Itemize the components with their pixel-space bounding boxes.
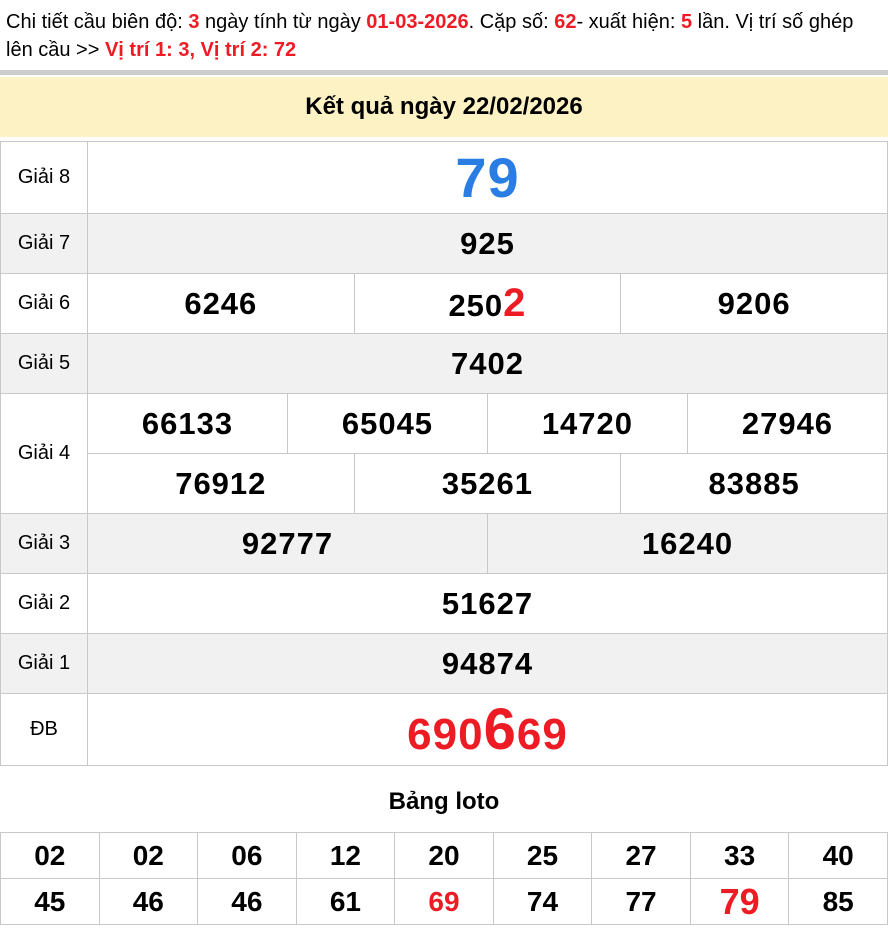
- prize-number-cell: 51627: [87, 573, 888, 634]
- prize-number-cell: 83885: [620, 453, 888, 514]
- note-segment: - xuất hiện:: [576, 11, 681, 33]
- prize-label: Giải 4: [0, 393, 88, 514]
- loto-number-cell: 02: [0, 832, 100, 879]
- lottery-results-page: Chi tiết cầu biên độ: 3 ngày tính từ ngà…: [0, 0, 888, 925]
- prize-number-segment: 79: [455, 146, 520, 209]
- prize-number-segment: 690: [407, 710, 484, 759]
- prize-label: Giải 3: [0, 513, 88, 574]
- note-segment: ngày tính từ ngày: [199, 11, 367, 33]
- results-row: Giải 8 79: [0, 141, 888, 214]
- prize-number-cell: 92777: [87, 513, 488, 574]
- prize-number-segment: 92777: [241, 525, 334, 561]
- prize-label: Giải 5: [0, 333, 88, 394]
- results-table-body: Giải 8 79 Giải 7 925 Giải 6 6246 2502 9206 Giải …: [0, 141, 888, 766]
- results-row: 76912 35261 83885: [1, 453, 888, 514]
- prize-label: Giải 8: [0, 141, 88, 214]
- prize-number-segment: 27946: [741, 405, 834, 441]
- loto-number-cell: 77: [591, 878, 691, 925]
- loto-number-cell: 74: [492, 878, 593, 925]
- loto-number-cell: 12: [295, 832, 396, 879]
- result-date-banner: Kết quả ngày 22/02/2026: [0, 77, 888, 137]
- prize-number-cell: 35261: [353, 453, 622, 514]
- prize-number-segment: 16240: [641, 525, 734, 561]
- loto-number-cell: 85: [788, 878, 888, 925]
- results-row: Giải 6 6246 2502 9206: [0, 273, 888, 334]
- prize-number-segment: 6246: [184, 285, 258, 321]
- prize-label: Giải 2: [0, 573, 88, 634]
- note-segment: 3: [188, 11, 200, 33]
- prize-number-cell: 14720: [486, 393, 688, 454]
- prize-number-cell: 76912: [87, 453, 355, 514]
- bridge-detail-note: Chi tiết cầu biên độ: 3 ngày tính từ ngà…: [0, 0, 888, 64]
- loto-number-cell: 06: [197, 832, 297, 879]
- prize-number-cell: 7402: [87, 333, 888, 394]
- results-row: Giải 1 94874: [0, 633, 888, 694]
- prize-label: Giải 6: [0, 273, 88, 334]
- results-row: Giải 2 51627: [0, 573, 888, 634]
- prize-number-segment: 66133: [141, 405, 234, 441]
- prize-number-cell: 16240: [486, 513, 888, 574]
- prize-number-cell: 27946: [686, 393, 888, 454]
- section-divider: [0, 70, 888, 75]
- prize-number-segment: 9206: [717, 285, 791, 321]
- note-segment: 62: [554, 11, 577, 33]
- prize-number-cell: 690669: [87, 693, 888, 766]
- prize-label: ĐB: [0, 693, 88, 766]
- prize-number-segment: 69: [516, 710, 568, 759]
- prize-number-cell: 925: [87, 213, 888, 274]
- prize-number-cell: 79: [87, 141, 888, 214]
- note-segment: 5: [680, 11, 693, 33]
- loto-table-title: Bảng loto: [388, 788, 500, 815]
- prize-number-segment: 14720: [541, 405, 634, 441]
- loto-number-cell: 69: [394, 878, 494, 925]
- prize-number-segment: 925: [460, 225, 515, 261]
- prize-number-segment: 6: [483, 697, 517, 762]
- results-row: Giải 7 925: [0, 213, 888, 274]
- loto-number-cell: 40: [788, 832, 888, 879]
- loto-row: 45 46 46 61 69 74 77 79 85: [0, 878, 888, 925]
- prize-number-cell: 6246: [87, 273, 355, 334]
- prize-number-segment: 83885: [708, 465, 800, 501]
- result-date-title: Kết quả ngày 22/02/2026: [305, 93, 583, 120]
- note-segment: 01-03-2026: [366, 11, 469, 33]
- loto-number-cell: 46: [197, 878, 297, 925]
- note-segment: Vị trí 1: 3, Vị trí 2: 72: [104, 39, 297, 61]
- prize-number-cell: 65045: [286, 393, 488, 454]
- results-table: Giải 8 79 Giải 7 925 Giải 6 6246 2502 9206 Giải …: [0, 141, 888, 766]
- note-segment: . Cặp số:: [468, 11, 555, 33]
- loto-table-body: 02 02 06 12 20 25 27 33 40 45 46 46 61 69 74 77 79 85: [0, 832, 888, 925]
- loto-number-cell: 46: [98, 878, 199, 925]
- results-row: Giải 4 66133 65045 14720 27946: [0, 393, 888, 514]
- results-row: Giải 3 92777 16240: [0, 513, 888, 574]
- loto-number-cell: 20: [394, 832, 494, 879]
- prize-number-segment: 250: [448, 288, 504, 323]
- prize-number-cell: 2502: [353, 273, 622, 334]
- prize-number-cell: 94874: [87, 633, 888, 694]
- loto-number-cell: 02: [98, 832, 199, 879]
- results-row: Giải 5 7402: [0, 333, 888, 394]
- prize-number-segment: 7402: [451, 345, 524, 381]
- prize-number-segment: 51627: [441, 585, 534, 621]
- loto-row: 02 02 06 12 20 25 27 33 40: [0, 832, 888, 879]
- prize-label: Giải 1: [0, 633, 88, 694]
- results-row: ĐB 690669: [0, 693, 888, 766]
- prize-number-cell: 66133: [87, 393, 288, 454]
- loto-number-cell: 33: [689, 832, 790, 879]
- prize-number-cell: 9206: [620, 273, 888, 334]
- prize-number-segment: 76912: [175, 465, 267, 501]
- prize-number-segment: 2: [503, 281, 527, 325]
- prize-number-segment: 94874: [441, 645, 534, 681]
- loto-table: 02 02 06 12 20 25 27 33 40 45 46 46 61 69 74 77 79 85: [0, 832, 888, 925]
- loto-number-cell: 25: [492, 832, 593, 879]
- loto-number-cell: 79: [689, 878, 790, 925]
- prize-label: Giải 7: [0, 213, 88, 274]
- note-segment: Chi tiết cầu biên độ:: [6, 11, 189, 33]
- loto-number-cell: 61: [295, 878, 396, 925]
- loto-number-cell: 45: [0, 878, 100, 925]
- prize-number-segment: 35261: [441, 465, 534, 501]
- loto-number-cell: 27: [591, 832, 691, 879]
- prize-number-segment: 65045: [341, 405, 434, 441]
